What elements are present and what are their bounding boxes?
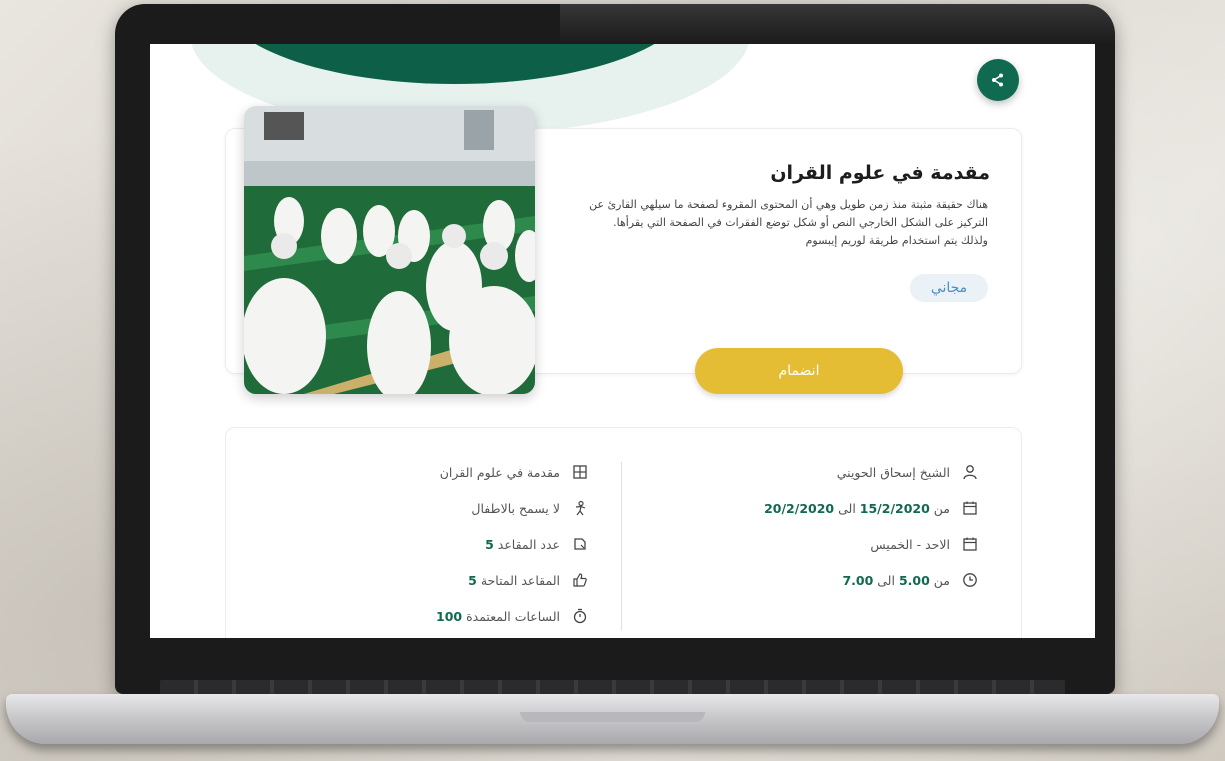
date-to: 20/2/2020 — [764, 500, 835, 516]
course-image — [244, 106, 535, 394]
seat-icon — [570, 534, 590, 554]
course-name-row: مقدمة في علوم القران — [440, 462, 590, 482]
days-row: الاحد - الخميس — [870, 534, 980, 554]
instructor-name: الشيخ إسحاق الحويني — [836, 464, 950, 480]
date-row: من 15/2/2020 الى 20/2/2020 — [764, 498, 980, 518]
credit-hours-row: الساعات المعتمدة 100 — [436, 606, 590, 626]
course-description: هناك حقيقة مثبتة منذ زمن طويل وهي أن الم… — [589, 198, 988, 247]
time-prefix: من — [933, 572, 950, 588]
time-from: 5.00 — [898, 572, 930, 588]
calendar-icon — [960, 498, 980, 518]
date-from: 15/2/2020 — [859, 500, 930, 516]
available-label: المقاعد المتاحة — [480, 572, 560, 588]
stopwatch-icon — [570, 606, 590, 626]
date-separator: الى — [838, 500, 856, 516]
book-icon — [570, 462, 590, 482]
join-button[interactable]: انضمام — [695, 348, 903, 394]
available-seats-row: المقاعد المتاحة 5 — [468, 570, 590, 590]
course-title: مقدمة في علوم القران — [770, 162, 990, 184]
course-name-text: مقدمة في علوم القران — [439, 464, 560, 480]
seats-row: عدد المقاعد 5 — [485, 534, 590, 554]
clock-icon — [960, 570, 980, 590]
seats-value: 5 — [485, 536, 494, 552]
available-value: 5 — [468, 572, 477, 588]
time-separator: الى — [877, 572, 895, 588]
laptop-notch — [520, 712, 705, 722]
laptop-screen: مقدمة في علوم القران هناك حقيقة مثبتة من… — [150, 44, 1095, 638]
calendar-icon — [960, 534, 980, 554]
user-icon — [960, 462, 980, 482]
hours-value: 100 — [436, 608, 463, 624]
children-note: لا يسمح بالاطفال — [471, 500, 560, 516]
laptop-lid-sheen — [560, 4, 1120, 44]
time-to: 7.00 — [842, 572, 874, 588]
share-icon — [992, 73, 1003, 87]
time-row: من 5.00 الى 7.00 — [842, 570, 980, 590]
thumbs-up-icon — [570, 570, 590, 590]
share-button[interactable] — [977, 59, 1019, 101]
hours-label: الساعات المعتمدة — [466, 608, 560, 624]
instructor-row: الشيخ إسحاق الحويني — [837, 462, 980, 482]
details-divider — [621, 462, 622, 630]
course-details-card — [225, 427, 1022, 638]
date-prefix: من — [933, 500, 950, 516]
days-text: الاحد - الخميس — [870, 536, 950, 552]
seats-label: عدد المقاعد — [497, 536, 560, 552]
child-icon — [570, 498, 590, 518]
price-badge: مجاني — [910, 274, 988, 302]
children-row: لا يسمح بالاطفال — [471, 498, 590, 518]
